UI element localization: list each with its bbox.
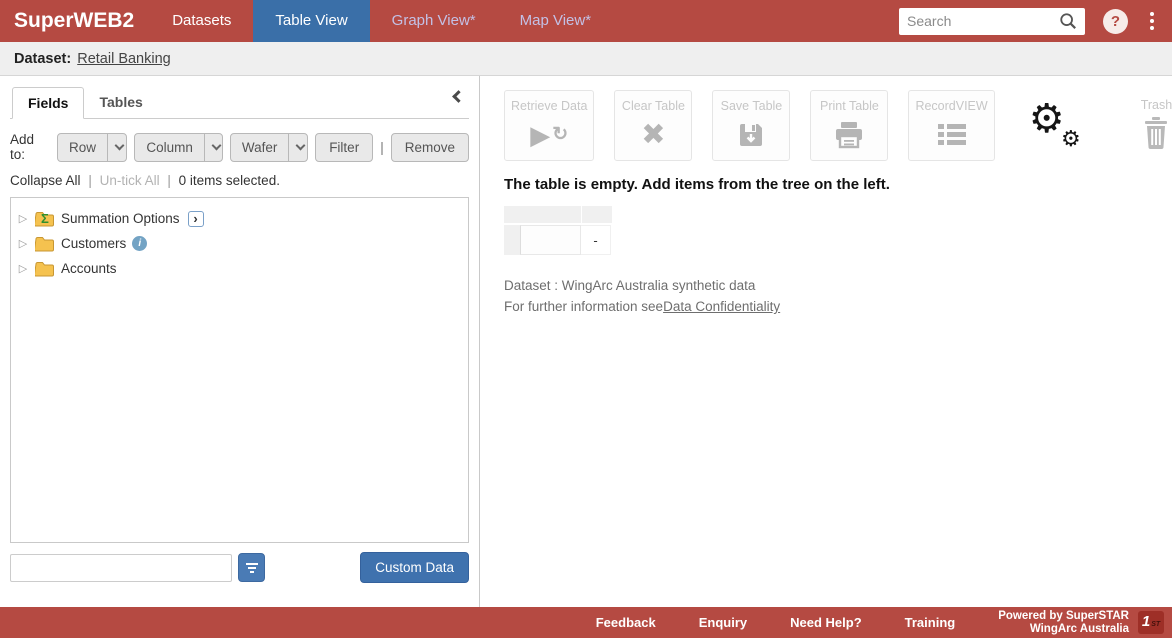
dataset-link[interactable]: Retail Banking [77, 51, 171, 67]
tree-filter-row: Custom Data [10, 552, 469, 583]
chevron-down-icon[interactable] [107, 134, 127, 161]
table-toolbar: Retrieve Data ▶↻ Clear Table ✖ Save Tabl… [504, 90, 1172, 161]
tree-item-label: Customers [61, 236, 126, 251]
printer-icon [834, 117, 864, 153]
superstar-logo: 1ST [1138, 611, 1164, 634]
table-header-cell [582, 206, 612, 223]
separator: | [380, 140, 384, 155]
table-value-cell: - [581, 225, 611, 255]
dataset-info: Dataset : WingArc Australia synthetic da… [504, 275, 1172, 317]
play-refresh-icon: ▶↻ [530, 117, 568, 153]
footer-link-need-help[interactable]: Need Help? [790, 615, 862, 630]
folder-sigma-icon: Σ [35, 211, 55, 227]
selection-status: 0 items selected. [179, 173, 280, 188]
tab-fields[interactable]: Fields [12, 87, 84, 119]
search-icon[interactable] [1059, 12, 1077, 30]
empty-table-message: The table is empty. Add items from the t… [504, 176, 1172, 193]
clear-table-button[interactable]: Clear Table ✖ [614, 90, 692, 161]
app-logo[interactable]: SuperWEB2 [0, 9, 150, 33]
breadcrumb: Dataset: Retail Banking [0, 42, 1172, 76]
field-tree-panel: Fields Tables Add to: Row Column Wafer F… [0, 76, 480, 607]
dataset-info-line: Dataset : WingArc Australia synthetic da… [504, 275, 1172, 296]
gear-icon: ⚙ [1029, 98, 1065, 140]
nav-graph-view[interactable]: Graph View* [370, 0, 498, 42]
clear-x-icon: ✖ [641, 117, 665, 153]
save-table-button[interactable]: Save Table [712, 90, 790, 161]
add-to-toolbar: Add to: Row Column Wafer Filter | Remove [10, 132, 469, 162]
expand-triangle-icon[interactable]: ▷ [17, 237, 29, 250]
nav-table-view[interactable]: Table View [253, 0, 369, 42]
table-row-stub [504, 225, 520, 255]
print-table-button[interactable]: Print Table [810, 90, 888, 161]
footer-link-enquiry[interactable]: Enquiry [699, 615, 747, 630]
table-view-panel: Retrieve Data ▶↻ Clear Table ✖ Save Tabl… [480, 76, 1172, 607]
remove-button[interactable]: Remove [391, 133, 469, 162]
main-content: Fields Tables Add to: Row Column Wafer F… [0, 76, 1172, 607]
expand-triangle-icon[interactable]: ▷ [17, 262, 29, 275]
add-to-label: Add to: [10, 132, 50, 162]
folder-icon [35, 261, 55, 277]
tree-item-customers[interactable]: ▷ Customers i [17, 231, 462, 256]
funnel-icon [246, 563, 258, 565]
nav-datasets[interactable]: Datasets [150, 0, 253, 42]
info-icon[interactable]: i [132, 236, 147, 251]
trash-dropzone[interactable]: Trash [1141, 90, 1172, 150]
tab-tables[interactable]: Tables [84, 87, 157, 119]
kebab-menu-icon[interactable] [1150, 12, 1154, 30]
recordview-button[interactable]: RecordVIEW [908, 90, 994, 161]
empty-table-skeleton: - [504, 206, 1172, 255]
nav-map-view[interactable]: Map View* [498, 0, 613, 42]
footer-link-feedback[interactable]: Feedback [596, 615, 656, 630]
table-cell [520, 225, 581, 255]
collapse-all-link[interactable]: Collapse All [10, 173, 81, 188]
custom-data-button[interactable]: Custom Data [360, 552, 469, 583]
footer: Feedback Enquiry Need Help? Training Pow… [0, 607, 1172, 638]
add-to-row-dropdown[interactable]: Row [57, 133, 127, 162]
chevron-down-icon[interactable] [204, 134, 223, 161]
tree-item-summation-options[interactable]: ▷ Σ Summation Options › [17, 206, 462, 231]
filter-button[interactable]: Filter [315, 133, 373, 162]
panel-tabs: Fields Tables [10, 87, 469, 119]
retrieve-data-button[interactable]: Retrieve Data ▶↻ [504, 90, 594, 161]
open-options-arrow-icon[interactable]: › [188, 211, 204, 227]
powered-by-text: Powered by SuperSTAR WingArc Australia [998, 610, 1129, 635]
tree-item-label: Summation Options [61, 211, 180, 226]
trash-icon [1144, 117, 1168, 150]
table-header-cell [504, 206, 581, 223]
tree-actions-row: Collapse All | Un-tick All | 0 items sel… [10, 173, 469, 188]
further-info-line: For further information seeData Confiden… [504, 296, 1172, 317]
record-list-icon [937, 117, 967, 153]
tree-search-input[interactable] [10, 554, 232, 582]
footer-link-training[interactable]: Training [905, 615, 956, 630]
field-tree: ▷ Σ Summation Options › ▷ Customers i ▷ [10, 197, 469, 543]
chevron-down-icon[interactable] [288, 134, 308, 161]
search-input[interactable] [907, 13, 1059, 29]
folder-icon [35, 236, 55, 252]
help-button[interactable]: ? [1103, 9, 1128, 34]
tree-item-label: Accounts [61, 261, 117, 276]
save-icon [737, 117, 765, 153]
search-box [899, 8, 1085, 35]
table-options-button[interactable]: ⚙ ⚙ [1029, 100, 1083, 150]
apply-filter-button[interactable] [238, 553, 265, 582]
add-to-column-dropdown[interactable]: Column [134, 133, 223, 162]
data-confidentiality-link[interactable]: Data Confidentiality [663, 299, 780, 314]
help-icon: ? [1111, 13, 1120, 30]
add-to-wafer-dropdown[interactable]: Wafer [230, 133, 308, 162]
gear-small-icon: ⚙ [1061, 128, 1081, 150]
top-navbar: SuperWEB2 Datasets Table View Graph View… [0, 0, 1172, 42]
untick-all-link[interactable]: Un-tick All [100, 173, 160, 188]
tree-item-accounts[interactable]: ▷ Accounts [17, 256, 462, 281]
dataset-label: Dataset: [14, 51, 71, 67]
expand-triangle-icon[interactable]: ▷ [17, 212, 29, 225]
